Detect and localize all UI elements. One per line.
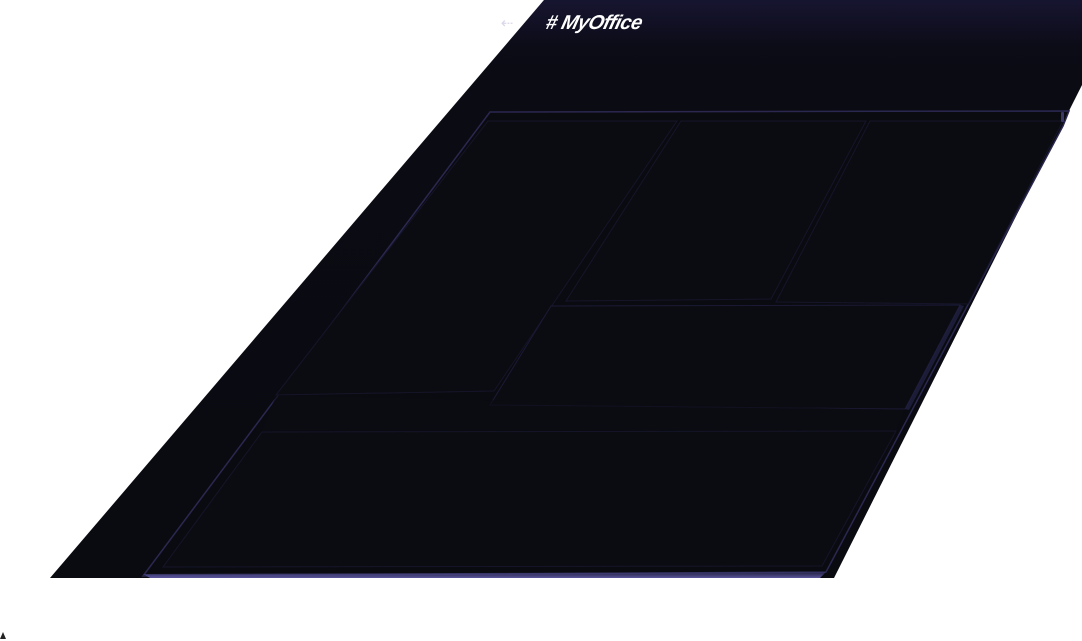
arrow-left-icon: ⇠ <box>500 15 514 32</box>
back-button[interactable]: ⇠ <box>496 13 518 35</box>
panel-middle-wide[interactable] <box>489 304 961 410</box>
page-title: # MyOffice <box>543 12 645 34</box>
panel-bottom-wide[interactable] <box>162 430 897 568</box>
scrollbar-thumb[interactable] <box>1061 112 1064 122</box>
dashboard <box>141 110 1071 578</box>
screen: ⇠ # MyOffice <box>0 0 1082 641</box>
resize-marker-icon <box>0 632 6 639</box>
